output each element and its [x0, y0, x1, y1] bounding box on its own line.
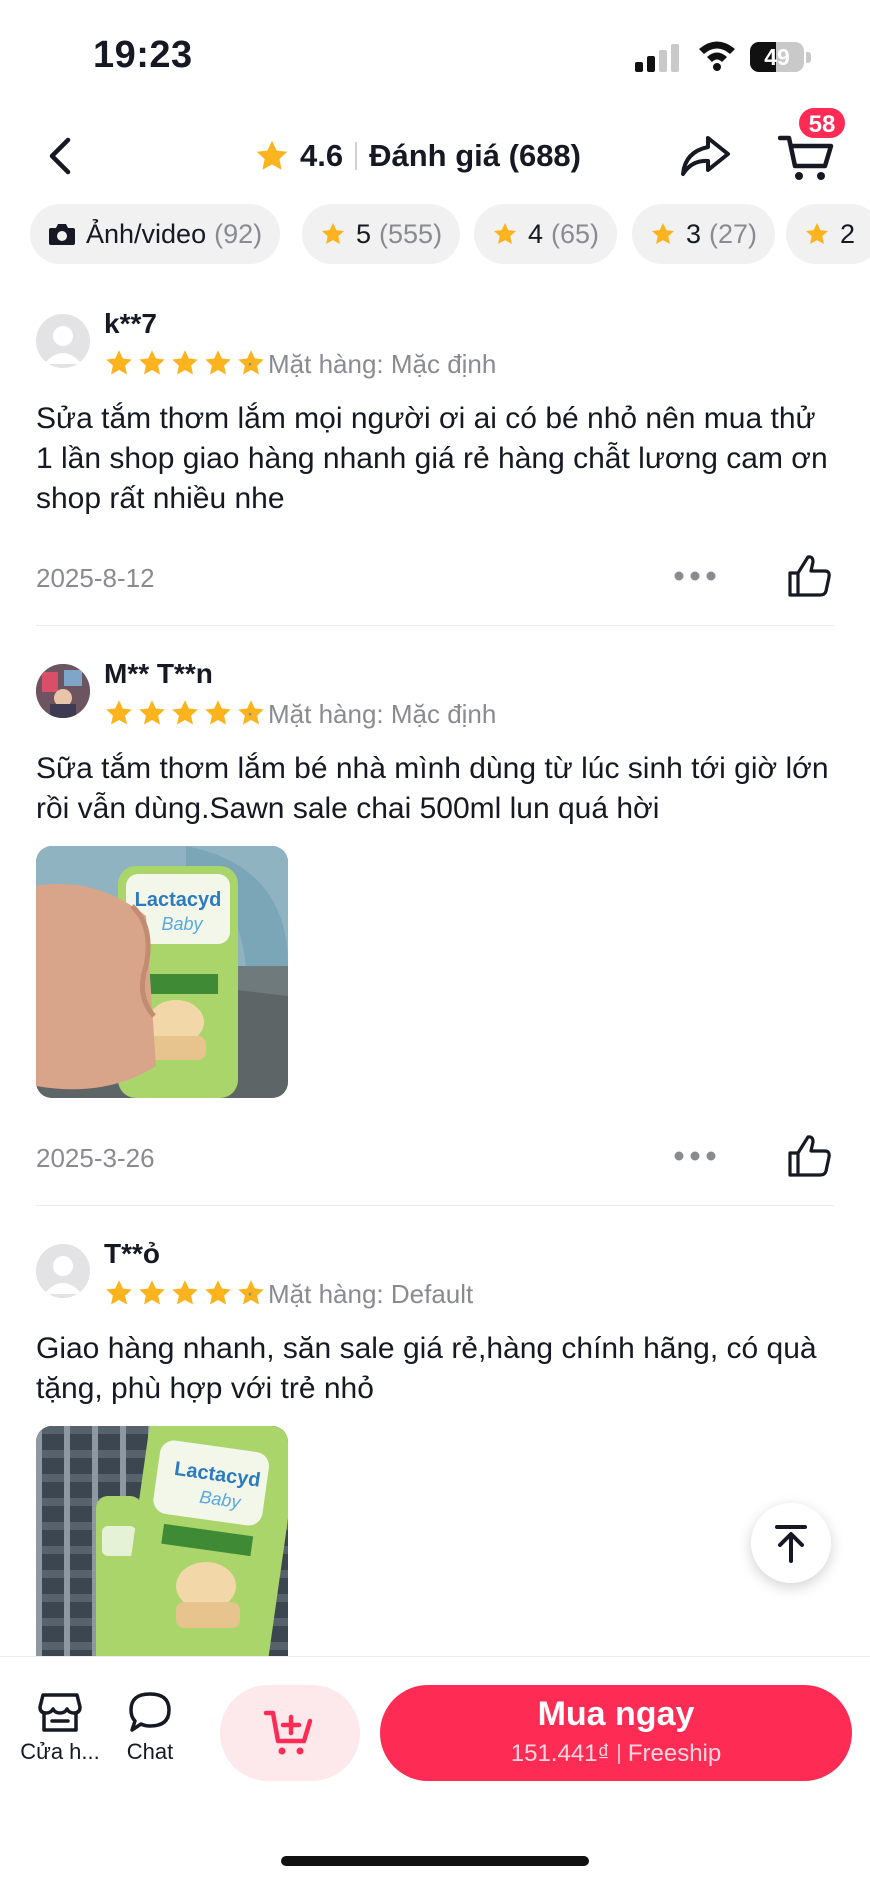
separator-dot: ·: [246, 700, 254, 727]
wifi-icon: [699, 41, 735, 71]
share-icon[interactable]: [678, 130, 732, 180]
avatar[interactable]: [36, 664, 90, 718]
status-time: 19:23: [93, 34, 193, 76]
chat-button[interactable]: Chat: [102, 1691, 198, 1765]
buy-now-button[interactable]: Mua ngay 151.441₫ Freeship: [380, 1685, 852, 1781]
arrow-up-icon: [775, 1525, 807, 1563]
user-photo-avatar: [36, 664, 90, 718]
avatar[interactable]: [36, 314, 90, 368]
star-icon: [256, 140, 288, 170]
home-indicator: [281, 1856, 589, 1866]
star-icon: [205, 1280, 231, 1305]
camera-icon: [49, 224, 75, 245]
review-text: Sửa tắm thơm lắm mọi người ơi ai có bé n…: [36, 402, 828, 515]
more-options-icon[interactable]: [673, 566, 717, 586]
photo-brand-text: Lactacyd: [135, 889, 222, 911]
battery-icon: 49: [750, 42, 812, 72]
star-rating: [104, 698, 269, 728]
shop-label: Cửa h...: [20, 1739, 100, 1764]
variant-label: Mặt hàng: Mặc định: [268, 349, 497, 379]
star-icon: [106, 350, 132, 375]
scroll-to-top-button[interactable]: [751, 1503, 831, 1583]
reviewer-name: k**7: [104, 308, 157, 339]
back-arrow-icon[interactable]: [40, 134, 84, 178]
reviews-title: Đánh giá (688): [369, 138, 581, 173]
chat-icon: [129, 1692, 171, 1732]
filter-chip-3-star[interactable]: 3 (27): [632, 204, 776, 264]
add-to-cart-icon: [263, 1710, 313, 1755]
chat-label: Chat: [126, 1739, 174, 1764]
thumbs-up-icon[interactable]: [786, 1133, 832, 1179]
review-photo[interactable]: Lactacyd Baby: [36, 846, 288, 1098]
thumbs-up-icon[interactable]: [786, 553, 832, 599]
filter-label: 2: [840, 218, 856, 249]
buy-now-subtitle: 151.441₫ Freeship: [380, 1740, 852, 1768]
separator-dot: ·: [246, 1280, 254, 1307]
filter-count: (65): [551, 218, 600, 249]
reviewer-name: T**ỏ: [104, 1238, 160, 1269]
star-icon: [651, 222, 675, 244]
avatar[interactable]: [36, 1244, 90, 1298]
star-icon: [205, 700, 231, 725]
rating-filter-row: Ảnh/video (92) 5 (555) 4 (65) 3 (27) 2: [30, 204, 870, 266]
shop-icon: [38, 1693, 82, 1732]
star-icon: [805, 222, 829, 244]
reviewer-name: M** T**n: [104, 658, 213, 689]
variant-label: Mặt hàng: Default: [268, 1279, 474, 1309]
review-text: Sữa tắm thơm lắm bé nhà mình dùng từ lúc…: [36, 752, 829, 825]
review-divider: [36, 625, 834, 626]
review-date: 2025-3-26: [36, 1143, 155, 1173]
star-icon: [106, 1280, 132, 1305]
page-title: 4.6 Đánh giá (688): [254, 134, 581, 178]
page-header: 4.6 Đánh giá (688): [0, 110, 870, 202]
filter-label: 5: [356, 218, 372, 249]
average-rating: 4.6: [300, 138, 344, 173]
filter-count: (555): [379, 218, 443, 249]
filter-chip-photo-video[interactable]: Ảnh/video (92): [30, 204, 281, 264]
status-bar: 19:23 49: [0, 0, 870, 110]
filter-label: Ảnh/video: [86, 218, 207, 249]
star-icon: [493, 222, 517, 244]
star-icon: [172, 350, 198, 375]
review-photo[interactable]: Lactacyd Baby: [36, 1426, 288, 1656]
star-icon: [139, 350, 165, 375]
separator-dot: ·: [246, 350, 254, 377]
star-icon: [172, 700, 198, 725]
star-icon: [321, 222, 345, 244]
price: 151.441₫: [510, 1740, 610, 1767]
filter-label: 4: [528, 218, 544, 249]
review-divider: [36, 1205, 834, 1206]
star-rating: [104, 1278, 269, 1308]
review-date: 2025-8-12: [36, 563, 155, 593]
filter-count: (92): [214, 218, 263, 249]
default-avatar-icon: [44, 1256, 82, 1294]
filter-label: 3: [686, 218, 702, 249]
star-icon: [172, 1280, 198, 1305]
review-text: Giao hàng nhanh, săn sale giá rẻ,hàng ch…: [36, 1332, 817, 1405]
star-icon: [106, 700, 132, 725]
cart-count-badge: 58: [797, 106, 847, 140]
more-options-icon[interactable]: [673, 1146, 717, 1166]
star-rating: [104, 348, 269, 378]
title-divider: [355, 142, 358, 170]
photo-sub-text: Baby: [161, 914, 203, 934]
filter-chip-2-star[interactable]: 2: [786, 204, 870, 264]
filter-chip-4-star[interactable]: 4 (65): [474, 204, 618, 264]
shop-button[interactable]: Cửa h...: [12, 1691, 108, 1765]
price-divider: [617, 1744, 620, 1764]
filter-chip-5-star[interactable]: 5 (555): [302, 204, 461, 264]
add-to-cart-button[interactable]: [220, 1685, 360, 1781]
bottom-action-bar: Cửa h... Chat Mua ngay 151.441₫ Freeship: [0, 1656, 870, 1884]
star-icon: [139, 1280, 165, 1305]
default-avatar-icon: [44, 326, 82, 364]
cellular-signal-icon: [635, 44, 679, 72]
shipping-label: Freeship: [627, 1740, 722, 1767]
buy-now-label: Mua ngay: [537, 1695, 695, 1733]
star-icon: [139, 700, 165, 725]
variant-label: Mặt hàng: Mặc định: [268, 699, 497, 729]
filter-count: (27): [709, 218, 758, 249]
star-icon: [205, 350, 231, 375]
battery-level: 49: [764, 44, 790, 70]
